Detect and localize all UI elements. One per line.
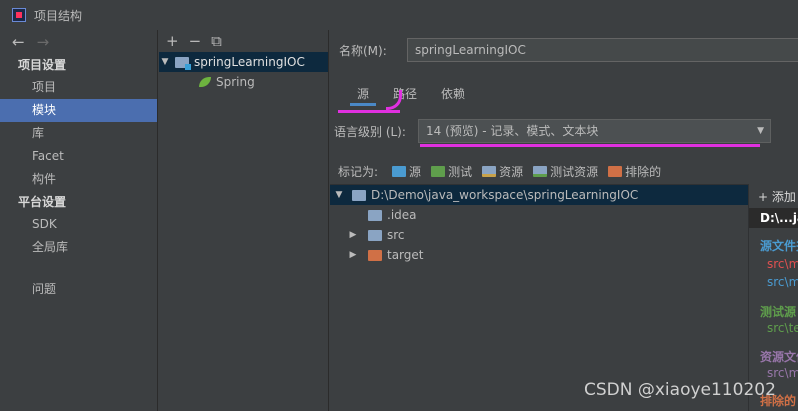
mark-excluded-label: 排除的 (625, 165, 662, 179)
forward-arrow-icon[interactable]: → (37, 33, 50, 51)
mark-as-label: 标记为: (338, 165, 379, 179)
nav-item-artifacts[interactable]: 构件 (0, 168, 157, 191)
settings-nav: ← → 项目设置 项目 模块 库 Facet 构件 平台设置 SDK 全局库 问… (0, 30, 158, 411)
nav-gap (0, 259, 157, 278)
language-level-select[interactable]: 14 (预览) - 记录、模式、文本块 ▼ (418, 119, 771, 143)
collapse-caret-icon[interactable]: ▶ (346, 250, 360, 260)
source-folder-icon (392, 166, 407, 177)
modules-toolbar: + − ⧉ (159, 30, 328, 52)
content-root-path: D:\Demo\java_workspace\springLearningIOC (371, 188, 639, 202)
back-arrow-icon[interactable]: ← (12, 33, 25, 51)
tree-item-label: .idea (387, 208, 417, 222)
mark-test-resources-label: 测试资源 (550, 165, 599, 179)
nav-arrows: ← → (0, 30, 157, 54)
add-content-root-button[interactable]: + 添加 (758, 188, 796, 205)
detail-tabs: 源 路径 依赖 (350, 84, 482, 106)
name-row: 名称(M): springLearningIOC (339, 38, 798, 62)
collapse-caret-icon[interactable]: ▶ (346, 230, 360, 240)
tab-dependencies[interactable]: 依赖 (434, 84, 472, 106)
test-root-item[interactable]: src\te (767, 321, 798, 335)
folder-icon (368, 229, 382, 241)
source-folders-header: 源文件夹 (760, 239, 798, 253)
nav-item-facets[interactable]: Facet (0, 145, 157, 168)
test-folders-header: 测试源 (760, 305, 797, 319)
mark-excluded-button[interactable]: 排除的 (608, 163, 661, 180)
language-level-label: 语言级别 (L): (334, 125, 406, 139)
content-root-row[interactable]: ▼ D:\Demo\java_workspace\springLearningI… (330, 185, 748, 205)
add-icon[interactable]: + (166, 32, 179, 50)
nav-item-project[interactable]: 项目 (0, 76, 157, 99)
folder-icon (352, 189, 366, 201)
remove-icon[interactable]: − (189, 32, 202, 50)
expand-caret-icon[interactable]: ▼ (159, 57, 171, 67)
content-root-path-header: D:\...ja (749, 208, 798, 228)
nav-item-modules[interactable]: 模块 (0, 99, 157, 122)
expand-caret-icon[interactable]: ▼ (332, 190, 346, 200)
chevron-down-icon: ▼ (757, 126, 764, 136)
folder-icon (368, 209, 382, 221)
resource-folders-header: 资源文件 (760, 350, 798, 364)
excluded-folder-icon (368, 249, 382, 261)
modules-panel: + − ⧉ ▼ springLearningIOC Spring (159, 30, 329, 411)
tree-item-idea[interactable]: .idea (330, 205, 748, 225)
nav-item-libraries[interactable]: 库 (0, 122, 157, 145)
mark-as-toolbar: 标记为: 源 测试 资源 测试资源 排除的 (338, 163, 671, 180)
facet-tree-item[interactable]: Spring (159, 72, 328, 92)
watermark: CSDN @xiaoye110202 (584, 380, 776, 400)
excluded-folder-icon (608, 166, 623, 177)
mark-sources-label: 源 (409, 165, 422, 179)
spring-leaf-icon (199, 77, 211, 87)
module-name-input[interactable]: springLearningIOC (407, 38, 798, 62)
tree-item-label: target (387, 248, 424, 262)
module-name: springLearningIOC (194, 55, 305, 69)
nav-item-global-libraries[interactable]: 全局库 (0, 236, 157, 259)
tree-item-label: src (387, 228, 405, 242)
nav-item-problems[interactable]: 问题 (0, 278, 157, 301)
language-level-value: 14 (预览) - 记录、模式、文本块 (426, 124, 599, 138)
tab-sources[interactable]: 源 (350, 84, 377, 106)
content-roots-panel: + 添加 D:\...ja 源文件夹 src\m src\m 测试源 src\t… (748, 184, 798, 411)
platform-settings-header: 平台设置 (18, 195, 67, 209)
mark-tests-button[interactable]: 测试 (431, 163, 472, 180)
intellij-logo-icon (12, 8, 26, 22)
mark-resources-button[interactable]: 资源 (482, 163, 523, 180)
module-folder-icon (175, 56, 191, 70)
annotation-underline (420, 144, 760, 147)
name-label: 名称(M): (339, 44, 387, 58)
module-tree-item[interactable]: ▼ springLearningIOC (159, 52, 328, 72)
mark-resources-label: 资源 (499, 165, 524, 179)
project-settings-header: 项目设置 (18, 58, 67, 72)
source-root-item[interactable]: src\m (767, 275, 798, 289)
mark-sources-button[interactable]: 源 (392, 163, 421, 180)
title-bar: 项目结构 (0, 0, 798, 30)
language-level-row: 语言级别 (L): 14 (预览) - 记录、模式、文本块 ▼ (334, 119, 798, 145)
module-detail: 名称(M): springLearningIOC 源 路径 依赖 语言级别 (L… (330, 30, 798, 411)
annotation-underline (338, 110, 400, 113)
source-root-item[interactable]: src\m (767, 257, 798, 271)
tree-item-src[interactable]: ▶ src (330, 225, 748, 245)
nav-item-sdk[interactable]: SDK (0, 213, 157, 236)
test-folder-icon (431, 166, 446, 177)
mark-tests-label: 测试 (448, 165, 473, 179)
mark-test-resources-button[interactable]: 测试资源 (533, 163, 598, 180)
resource-root-item[interactable]: src\m (767, 366, 798, 380)
tree-item-target[interactable]: ▶ target (330, 245, 748, 265)
resource-folder-icon (482, 166, 497, 177)
facet-name: Spring (216, 75, 255, 89)
copy-icon[interactable]: ⧉ (211, 32, 222, 50)
window-title: 项目结构 (34, 8, 83, 23)
content-tree: ▼ D:\Demo\java_workspace\springLearningI… (330, 184, 748, 411)
test-resource-folder-icon (533, 166, 548, 177)
